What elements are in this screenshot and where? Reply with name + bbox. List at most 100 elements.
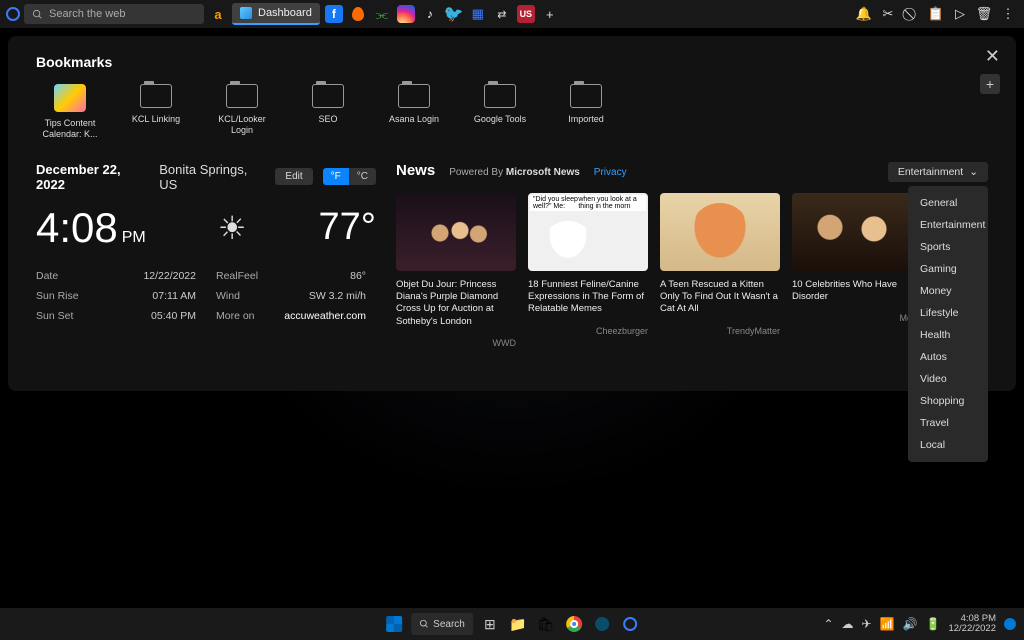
taskbar: Search ⊞ 📁 🛍 ⌃ ☁ ✈ 📶 🔊 🔋 4:08 PM12/22/20… xyxy=(0,608,1024,640)
tiktok-icon[interactable]: ♪ xyxy=(420,4,440,24)
category-select[interactable]: Entertainment ⌄ xyxy=(888,162,988,182)
running-app-icon[interactable] xyxy=(591,613,613,635)
category-option[interactable]: Travel xyxy=(908,412,988,434)
category-option[interactable]: Sports xyxy=(908,236,988,258)
dashboard-panel: ✕ + Bookmarks Tips Content Calendar: K..… xyxy=(8,36,1016,391)
weather-location: Bonita Springs, US xyxy=(159,162,265,192)
bookmark-item[interactable]: KCL Linking xyxy=(122,84,190,140)
chevron-down-icon: ⌄ xyxy=(969,166,978,178)
tray-chevron-icon[interactable]: ⌃ xyxy=(823,617,833,631)
news-card[interactable]: "Did you sleep well?" Me:when you look a… xyxy=(528,193,648,348)
news-card-image: "Did you sleep well?" Me:when you look a… xyxy=(528,193,648,271)
cut-icon[interactable]: ✂ xyxy=(878,4,898,24)
explorer-icon[interactable]: 📁 xyxy=(507,613,529,635)
news-powered-by: Powered By Microsoft News xyxy=(449,167,580,178)
bookmark-folder-icon xyxy=(312,84,344,108)
clipboard-icon[interactable]: 📋 xyxy=(926,4,946,24)
search-input[interactable]: Search the web xyxy=(24,4,204,24)
bookmark-folder-icon xyxy=(226,84,258,108)
search-placeholder: Search the web xyxy=(49,8,125,20)
bookmark-item[interactable]: Imported xyxy=(552,84,620,140)
unit-toggle[interactable]: °F °C xyxy=(323,168,376,185)
tab-dashboard[interactable]: Dashboard xyxy=(232,3,320,25)
accuweather-link[interactable]: accuweather.com xyxy=(276,310,366,322)
bookmark-folder-icon xyxy=(140,84,172,108)
bookmark-folder-icon xyxy=(484,84,516,108)
bookmark-item[interactable]: SEO xyxy=(294,84,362,140)
telegram-icon[interactable]: ✈ xyxy=(862,617,872,631)
volume-icon[interactable]: 🔊 xyxy=(903,617,918,631)
news-card-image xyxy=(660,193,780,271)
category-option[interactable]: Lifestyle xyxy=(908,302,988,324)
bookmark-folder-icon xyxy=(54,84,86,112)
amazon-icon[interactable]: a xyxy=(208,4,228,24)
search-icon xyxy=(419,619,429,629)
category-option[interactable]: Gaming xyxy=(908,258,988,280)
news-title: News xyxy=(396,162,435,179)
browser-logo-icon[interactable] xyxy=(6,7,20,21)
unit-c[interactable]: °C xyxy=(349,168,376,185)
privacy-link[interactable]: Privacy xyxy=(594,167,627,178)
tab-label: Dashboard xyxy=(258,7,312,19)
onedrive-icon[interactable]: ☁ xyxy=(842,617,854,631)
weather-widget: December 22, 2022 Bonita Springs, US Edi… xyxy=(36,162,376,348)
twitter-icon[interactable]: 🐦 xyxy=(444,4,464,24)
news-card[interactable]: 10 Celebrities Who Have Disorder Me xyxy=(792,193,912,348)
start-button[interactable] xyxy=(383,613,405,635)
search-icon xyxy=(32,9,43,20)
browser-taskbar-icon[interactable] xyxy=(619,613,641,635)
bookmark-item[interactable]: Google Tools xyxy=(466,84,534,140)
camera-off-icon[interactable]: ⃠ xyxy=(902,4,922,24)
category-option[interactable]: General xyxy=(908,192,988,214)
bookmark-folder-icon xyxy=(398,84,430,108)
category-option[interactable]: Money xyxy=(908,280,988,302)
notifications-icon[interactable]: 🔔 xyxy=(854,4,874,24)
bookmark-item[interactable]: KCL/Looker Login xyxy=(208,84,276,140)
taskbar-clock[interactable]: 4:08 PM12/22/2022 xyxy=(948,614,996,635)
trash-icon[interactable]: 🗑 xyxy=(974,4,994,24)
bookmark-item[interactable]: Asana Login xyxy=(380,84,448,140)
edit-location-button[interactable]: Edit xyxy=(275,168,312,185)
us-news-icon[interactable]: US xyxy=(516,4,536,24)
battery-icon[interactable]: 🔋 xyxy=(926,617,941,631)
news-card[interactable]: Objet Du Jour: Princess Diana's Purple D… xyxy=(396,193,516,348)
weather-condition-icon: ☀ xyxy=(218,209,247,247)
instagram-icon[interactable] xyxy=(396,4,416,24)
bookmark-item[interactable]: Tips Content Calendar: K... xyxy=(36,84,104,140)
news-card[interactable]: A Teen Rescued a Kitten Only To Find Out… xyxy=(660,193,780,348)
facebook-icon[interactable]: f xyxy=(324,4,344,24)
store-icon[interactable]: 🛍 xyxy=(535,613,557,635)
share-icon[interactable]: ⫘ xyxy=(372,4,392,24)
news-card-image xyxy=(396,193,516,271)
weather-date: December 22, 2022 xyxy=(36,162,149,192)
category-option[interactable]: Local xyxy=(908,434,988,456)
weather-details: Date12/22/2022 RealFeel86° Sun Rise07:11… xyxy=(36,270,376,322)
bookmark-folder-icon xyxy=(570,84,602,108)
notifications-badge[interactable] xyxy=(1004,618,1016,630)
menu-icon[interactable]: ⋮ xyxy=(998,4,1018,24)
category-option[interactable]: Video xyxy=(908,368,988,390)
chrome-icon[interactable] xyxy=(563,613,585,635)
dashboard-tab-icon xyxy=(240,7,252,19)
close-button[interactable]: ✕ xyxy=(985,46,1000,67)
apps-grid-icon[interactable]: ▦ xyxy=(468,4,488,24)
category-dropdown: General Entertainment Sports Gaming Mone… xyxy=(908,186,988,462)
system-tray: ⌃ ☁ ✈ 📶 🔊 🔋 4:08 PM12/22/2022 xyxy=(823,614,1016,635)
bookmarks-row: Tips Content Calendar: K... KCL Linking … xyxy=(36,84,988,140)
new-tab-button[interactable]: + xyxy=(540,4,560,24)
add-bookmark-button[interactable]: + xyxy=(980,74,1000,94)
category-option[interactable]: Shopping xyxy=(908,390,988,412)
category-option[interactable]: Autos xyxy=(908,346,988,368)
temperature: 77° xyxy=(319,206,376,249)
category-option[interactable]: Entertainment xyxy=(908,214,988,236)
taskbar-search[interactable]: Search xyxy=(411,613,473,635)
bookmarks-title: Bookmarks xyxy=(36,54,988,70)
windows-logo-icon xyxy=(386,616,402,632)
category-option[interactable]: Health xyxy=(908,324,988,346)
unit-f[interactable]: °F xyxy=(323,168,349,185)
instacart-icon[interactable] xyxy=(348,4,368,24)
task-view-icon[interactable]: ⊞ xyxy=(479,613,501,635)
play-icon[interactable]: ▷ xyxy=(950,4,970,24)
translate-icon[interactable]: ⇄ xyxy=(492,4,512,24)
wifi-icon[interactable]: 📶 xyxy=(880,617,895,631)
